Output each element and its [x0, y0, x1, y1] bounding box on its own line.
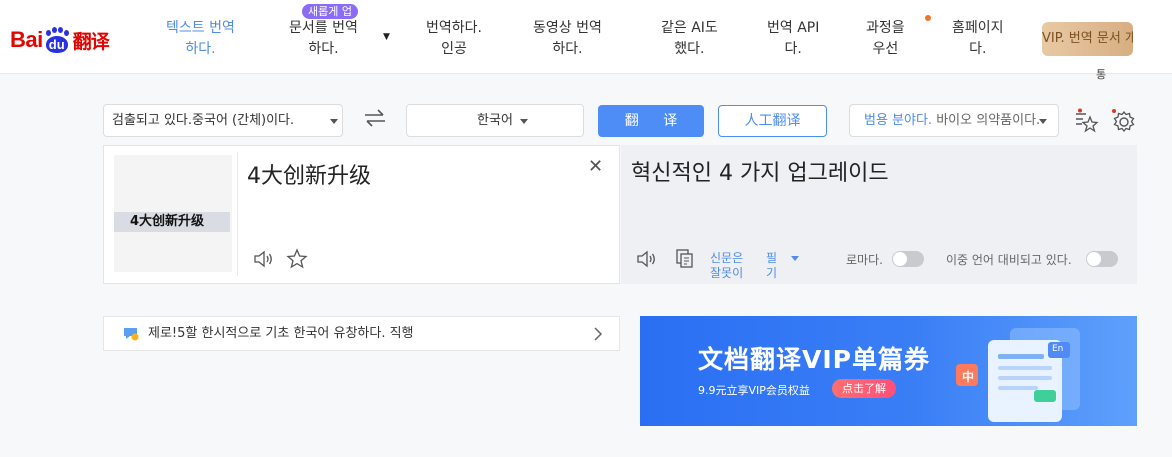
vip-button[interactable]: VIP. 번역 문서 개 — [1042, 22, 1133, 56]
translation-output: 혁신적인 4 가지 업그레이드 — [631, 161, 889, 186]
nav-label-line2: 했다. — [674, 41, 705, 57]
domain-label: 범용 분야다. — [864, 113, 933, 128]
nav-label-line1: 번역 API — [767, 20, 820, 36]
star-icon[interactable] — [286, 248, 308, 270]
nav-human-translate[interactable]: 번역하다. 인공 — [426, 18, 482, 60]
domain-value: 바이오 의약품이다. — [936, 113, 1041, 128]
clear-icon[interactable]: ✕ — [588, 156, 603, 177]
favorites-icon[interactable] — [1073, 108, 1099, 134]
nav-label-line2: 인공 — [441, 41, 467, 57]
notification-dot — [925, 15, 931, 21]
nav-label-line2: 하다. — [308, 41, 339, 57]
chevron-right-icon — [594, 327, 603, 341]
romanization-label: 로마다. — [846, 253, 883, 267]
nav-label-line1: 홈페이지 — [952, 20, 1004, 36]
nav-label-line1: 같은 AI도 — [661, 20, 718, 36]
nav-video-translate[interactable]: 동영상 번역 하다. — [533, 18, 602, 60]
chevron-down-icon — [330, 119, 338, 124]
top-header: Bai du 翻译 텍스트 번역 하다. 새롭게 업 문서를 번역 하다. ▼ … — [0, 0, 1172, 74]
promo-tip-text: 제로!5할 한시적으로 기초 한국어 유창하다. 직행 — [148, 326, 414, 341]
logo-bai-text: Bai — [10, 27, 43, 52]
nav-translate-api[interactable]: 번역 API 다. — [767, 18, 819, 60]
ad-tag-zh: 中 — [962, 370, 975, 384]
chat-bubble-icon — [124, 328, 139, 341]
nav-label-line1: 동영상 번역 — [533, 20, 602, 36]
nav-label-line2: 다. — [969, 41, 987, 57]
source-image-thumbnail[interactable]: 4大创新升级 — [114, 155, 232, 272]
translate-button[interactable]: 翻 译 — [598, 105, 704, 137]
source-language-select[interactable]: 검출되고 있다.중국어 (간체)이다. — [103, 104, 343, 137]
human-translate-button[interactable]: 人工翻译 — [718, 105, 827, 137]
ad-subtitle: 9.9元立享VIP会员权益 — [698, 384, 810, 397]
vip-extra-text: 통 — [1096, 68, 1107, 81]
chevron-down-icon — [1039, 119, 1047, 124]
nav-label-line2: 하다. — [185, 41, 216, 57]
promo-tip-bar[interactable]: 제로!5할 한시적으로 기초 한국어 유창하다. 직행 — [103, 316, 620, 351]
settings-icon[interactable] — [1111, 108, 1137, 134]
logo-du-text: du — [45, 36, 68, 53]
nav-label-line1: 텍스트 번역 — [166, 20, 235, 36]
nav-document-translate[interactable]: 문서를 번역 하다. — [289, 18, 358, 60]
speaker-icon[interactable] — [252, 248, 274, 270]
nav-label-line1: 문서를 번역 — [289, 20, 358, 36]
new-badge: 새롭게 업 — [302, 4, 358, 19]
nav-label-line1: 번역하다. — [426, 20, 482, 36]
nav-text-translate[interactable]: 텍스트 번역 하다. — [166, 18, 235, 60]
report-error-line2: 잘못이 — [710, 266, 744, 280]
report-error-link[interactable]: 신문은 잘못이 — [710, 251, 743, 281]
speaker-icon[interactable] — [635, 248, 657, 270]
chevron-down-icon — [520, 119, 528, 124]
source-text-input[interactable]: 4大创新升级 — [247, 158, 371, 190]
source-panel: 4大创新升级 4大创新升级 ✕ — [103, 145, 620, 284]
nav-label-line2: 하다. — [552, 41, 583, 57]
ad-tag-en: En — [1052, 344, 1064, 354]
bilingual-toggle[interactable] — [1086, 251, 1118, 267]
ad-title: 文档翻译VIP单篇券 — [698, 345, 930, 374]
swap-languages-icon[interactable] — [362, 108, 388, 128]
domain-select[interactable]: 범용 분야다. 바이오 의약품이다. — [849, 104, 1059, 137]
copy-icon[interactable] — [674, 248, 696, 270]
note-link[interactable]: 필 기 — [766, 251, 777, 281]
baidu-paw-icon: du — [44, 27, 70, 53]
nav-homepage[interactable]: 홈페이지 다. — [952, 18, 1004, 60]
nav-label-line2: 다. — [784, 41, 802, 57]
target-language-label: 한국어 — [477, 113, 513, 128]
note-line2: 기 — [766, 266, 778, 280]
caret-down-icon[interactable]: ▼ — [383, 32, 390, 42]
bilingual-label: 이중 언어 대비되고 있다. — [946, 253, 1072, 267]
note-line1: 필 — [766, 251, 778, 265]
thumbnail-text: 4大创新升级 — [114, 212, 230, 232]
target-panel: 혁신적인 4 가지 업그레이드 신문은 잘못이 필 기 로마다. 이중 언어 대… — [621, 145, 1137, 284]
romanization-toggle[interactable] — [892, 251, 924, 267]
divider — [237, 152, 238, 276]
baidu-translate-logo[interactable]: Bai du 翻译 — [10, 22, 110, 58]
vip-ad-banner[interactable]: 文档翻译VIP单篇券 9.9元立享VIP会员权益 点击了解 中 En — [640, 316, 1137, 426]
target-language-select[interactable]: 한국어 — [406, 104, 584, 137]
logo-chinese-text: 翻译 — [72, 30, 110, 53]
nav-ai-tools[interactable]: 같은 AI도 했다. — [661, 18, 718, 60]
nav-courses[interactable]: 과정을 우선 — [866, 18, 905, 60]
nav-label-line2: 우선 — [872, 41, 899, 57]
report-error-line1: 신문은 — [710, 251, 744, 265]
target-toolbar: 신문은 잘못이 필 기 로마다. 이중 언어 대비되고 있다. — [621, 245, 1137, 281]
nav-label-line1: 과정을 — [866, 20, 905, 36]
chevron-down-icon[interactable] — [791, 256, 799, 261]
source-language-label: 검출되고 있다.중국어 (간체)이다. — [112, 113, 295, 128]
ad-learn-more-button[interactable]: 点击了解 — [832, 379, 896, 398]
